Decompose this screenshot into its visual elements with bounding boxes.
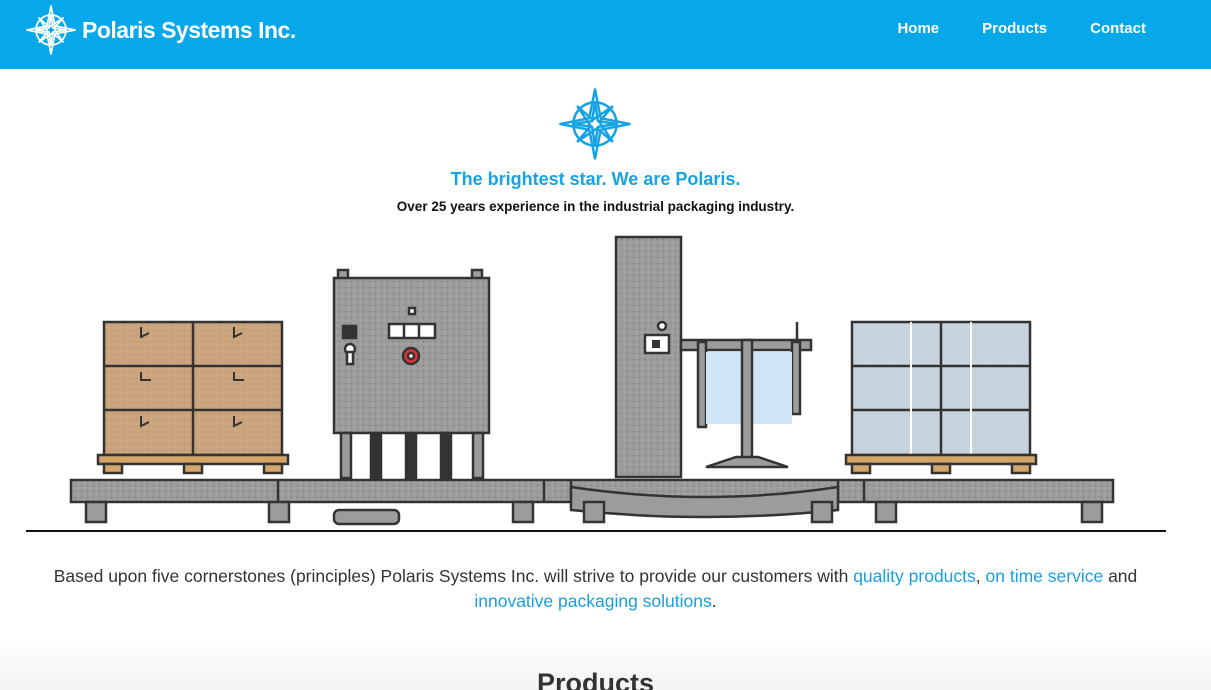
- intro-separator: and: [1103, 566, 1138, 586]
- nav-contact-link[interactable]: Contact: [1090, 20, 1146, 37]
- intro-text: Based upon five cornerstones (principles…: [53, 566, 854, 586]
- main-nav: Home Products Contact: [854, 20, 1146, 37]
- brand[interactable]: Polaris Systems Inc.: [26, 4, 296, 56]
- control-cabinet: [332, 268, 491, 480]
- intro-paragraph: Based upon five cornerstones (principles…: [20, 564, 1171, 614]
- innovative-packaging-solutions-link[interactable]: innovative packaging solutions: [474, 591, 711, 611]
- stretch-wrapper: [614, 235, 813, 479]
- compass-star-logo-icon: [26, 5, 76, 55]
- compass-star-icon: [559, 88, 631, 160]
- brand-name: Polaris Systems Inc.: [82, 16, 296, 43]
- hero-tagline: The brightest star. We are Polaris.: [450, 169, 741, 189]
- packaging-line-illustration: [26, 235, 1166, 532]
- on-time-service-link[interactable]: on time service: [986, 566, 1104, 586]
- intro-separator: ,: [975, 566, 986, 586]
- intro-period: .: [711, 591, 717, 611]
- nav-products-link[interactable]: Products: [982, 20, 1047, 37]
- products-heading: Products: [536, 668, 655, 690]
- hero-subtagline: Over 25 years experience in the industri…: [396, 199, 795, 214]
- left-box-pallet: [96, 320, 290, 475]
- wrapped-pallet: [844, 320, 1038, 475]
- top-navigation-bar: Polaris Systems Inc. Home Products Conta…: [0, 0, 1211, 69]
- nav-home-link[interactable]: Home: [897, 20, 939, 37]
- quality-products-link[interactable]: quality products: [853, 566, 976, 586]
- conveyor: [69, 478, 1115, 526]
